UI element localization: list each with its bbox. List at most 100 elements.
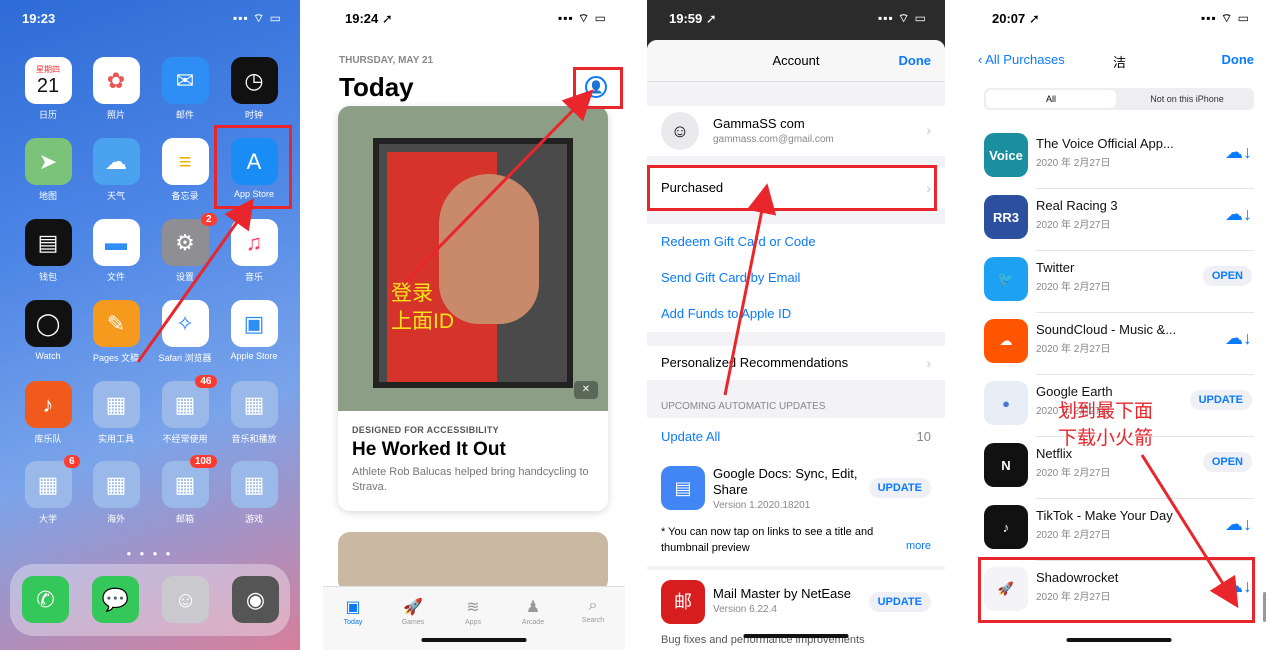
purchase-row[interactable]: Voice The Voice Official App... 2020 年 2月2…	[970, 126, 1268, 188]
action-button[interactable]: OPEN	[1202, 452, 1252, 472]
app-23[interactable]: ▦ 游戏	[224, 461, 284, 525]
app-version: Version 1.2020.18201	[713, 500, 811, 511]
download-button[interactable]: ☁↓	[1225, 514, 1252, 535]
tab-label: Apps	[465, 619, 481, 626]
app-14[interactable]: ✧ Safari 浏览器	[155, 300, 215, 364]
app-label: 不经常使用	[162, 434, 208, 444]
update-button[interactable]: UPDATE	[868, 478, 931, 498]
status-bar: 19:59 ➚ ▪▪▪ ⌔ ▭	[647, 0, 945, 38]
update-button[interactable]: UPDATE	[868, 592, 931, 612]
add-funds-link[interactable]: Add Funds to Apple ID	[661, 306, 791, 321]
done-button[interactable]: Done	[899, 53, 932, 68]
download-cloud-icon[interactable]: ☁↓	[1225, 142, 1252, 162]
segment-not-on-iphone[interactable]: Not on this iPhone	[1120, 90, 1254, 108]
purchase-date: 2020 年 2月27日	[1036, 468, 1111, 479]
personalized-row[interactable]: Personalized Recommendations ›	[647, 346, 945, 380]
camera-icon[interactable]: ◉	[232, 576, 279, 623]
app-icon: ✿	[92, 57, 140, 104]
app-15[interactable]: ▣ Apple Store	[224, 300, 284, 361]
contacts-icon[interactable]: ☺	[162, 576, 209, 623]
user-row[interactable]: ☺ GammaSS com gammass.com@gmail.com ›	[647, 106, 945, 156]
redeem-link[interactable]: Redeem Gift Card or Code	[661, 234, 816, 249]
app-13[interactable]: ✎ Pages 文稿	[86, 300, 146, 364]
done-button[interactable]: Done	[1222, 52, 1255, 67]
download-button[interactable]: ☁↓	[1225, 328, 1252, 349]
purchase-row[interactable]: RR3 Real Racing 3 2020 年 2月27日 ☁↓	[970, 188, 1268, 250]
purchase-row[interactable]: ♪ TikTok - Make Your Day 2020 年 2月27日 ☁↓	[970, 498, 1268, 560]
featured-card[interactable]: ✕ DESIGNED FOR ACCESSIBILITY He Worked I…	[338, 106, 608, 511]
update-all-row[interactable]: Update All 10	[647, 418, 945, 456]
app-12[interactable]: ◯ Watch	[18, 300, 78, 361]
app-6[interactable]: ≡ 备忘录	[155, 138, 215, 202]
app-21[interactable]: ▦ 海外	[86, 461, 146, 525]
open-button[interactable]: OPEN	[1202, 452, 1252, 472]
update-button[interactable]: UPDATE	[1189, 390, 1252, 410]
action-button[interactable]: OPEN	[1202, 266, 1252, 286]
app-3[interactable]: ◷ 时钟	[224, 57, 284, 121]
user-email: gammass.com@gmail.com	[713, 134, 834, 145]
app-icon: ▦	[230, 461, 278, 508]
tab-search[interactable]: ⌕ Search	[568, 597, 618, 624]
app-20[interactable]: ▦ 6 大学	[18, 455, 80, 525]
update-all-link[interactable]: Update All	[661, 429, 720, 444]
app-17[interactable]: ▦ 实用工具	[86, 381, 146, 445]
highlight-purchased	[647, 165, 937, 211]
phone-icon[interactable]: ✆	[22, 576, 69, 623]
download-cloud-icon[interactable]: ☁↓	[1225, 204, 1252, 224]
app-18[interactable]: ▦ 46 不经常使用	[155, 375, 217, 445]
app-icon: ◷	[230, 57, 278, 104]
tab-apps[interactable]: ≋ Apps	[448, 597, 498, 626]
back-button[interactable]: ‹ All Purchases	[978, 52, 1065, 67]
release-note: * You can now tap on links to see a titl…	[661, 526, 874, 554]
messages-icon[interactable]: 💬	[92, 576, 139, 623]
app-10[interactable]: ⚙ 2 设置	[155, 213, 217, 283]
app-label: 地图	[38, 191, 57, 201]
download-cloud-icon[interactable]: ☁↓	[1225, 514, 1252, 534]
purchase-row[interactable]: ☁ SoundCloud - Music &... 2020 年 2月27日 ☁↓	[970, 312, 1268, 374]
tab-games[interactable]: 🚀 Games	[388, 597, 438, 626]
home-indicator	[743, 634, 849, 638]
action-button[interactable]: UPDATE	[1189, 390, 1252, 410]
tab-arcade[interactable]: ♟ Arcade	[508, 597, 558, 626]
notification-badge: 108	[189, 455, 217, 468]
notification-badge: 2	[200, 213, 217, 226]
next-card[interactable]	[338, 532, 608, 592]
tab-today[interactable]: ▣ Today	[328, 597, 378, 626]
app-8[interactable]: ▤ 钱包	[18, 219, 78, 283]
app-9[interactable]: ▬ 文件	[86, 219, 146, 283]
app-11[interactable]: ♫ 音乐	[224, 219, 284, 283]
app-label: 库乐队	[34, 434, 62, 444]
app-icon: ➤	[24, 138, 72, 185]
app-label: 海外	[106, 514, 125, 524]
app-label: Watch	[35, 351, 61, 361]
scrollbar[interactable]	[1263, 592, 1266, 622]
purchase-date: 2020 年 2月27日	[1036, 344, 1111, 355]
app-4[interactable]: ➤ 地图	[18, 138, 78, 202]
app-icon: ▣	[230, 300, 278, 347]
app-label: 音乐	[244, 272, 263, 282]
app-5[interactable]: ☁ 天气	[86, 138, 146, 202]
app-icon: ▦ 6	[24, 455, 80, 508]
app-label: 照片	[106, 110, 125, 120]
purchase-row[interactable]: 🐦 Twitter 2020 年 2月27日 OPEN	[970, 250, 1268, 312]
download-cloud-icon[interactable]: ☁↓	[1225, 328, 1252, 348]
mute-icon[interactable]: ✕	[574, 381, 598, 399]
app-label: 音乐和播放	[231, 434, 277, 444]
update-count: 10	[916, 429, 931, 444]
more-link[interactable]: more	[906, 540, 931, 552]
app-0[interactable]: 星期四 21 日历	[18, 57, 78, 121]
download-button[interactable]: ☁↓	[1225, 204, 1252, 225]
app-22[interactable]: ▦ 108 邮箱	[155, 455, 217, 525]
download-button[interactable]: ☁↓	[1225, 142, 1252, 163]
annotation-login: 登录 上面ID	[391, 280, 454, 336]
chevron-right-icon: ›	[926, 122, 931, 138]
app-2[interactable]: ✉ 邮件	[155, 57, 215, 121]
app-name: SoundCloud - Music &...	[1036, 322, 1177, 337]
tab-label: Games	[401, 619, 425, 626]
send-gift-link[interactable]: Send Gift Card by Email	[661, 270, 800, 285]
app-16[interactable]: ♪ 库乐队	[18, 381, 78, 445]
app-1[interactable]: ✿ 照片	[86, 57, 146, 121]
open-button[interactable]: OPEN	[1202, 266, 1252, 286]
segment-all[interactable]: All	[986, 90, 1116, 108]
app-19[interactable]: ▦ 音乐和播放	[224, 381, 284, 445]
